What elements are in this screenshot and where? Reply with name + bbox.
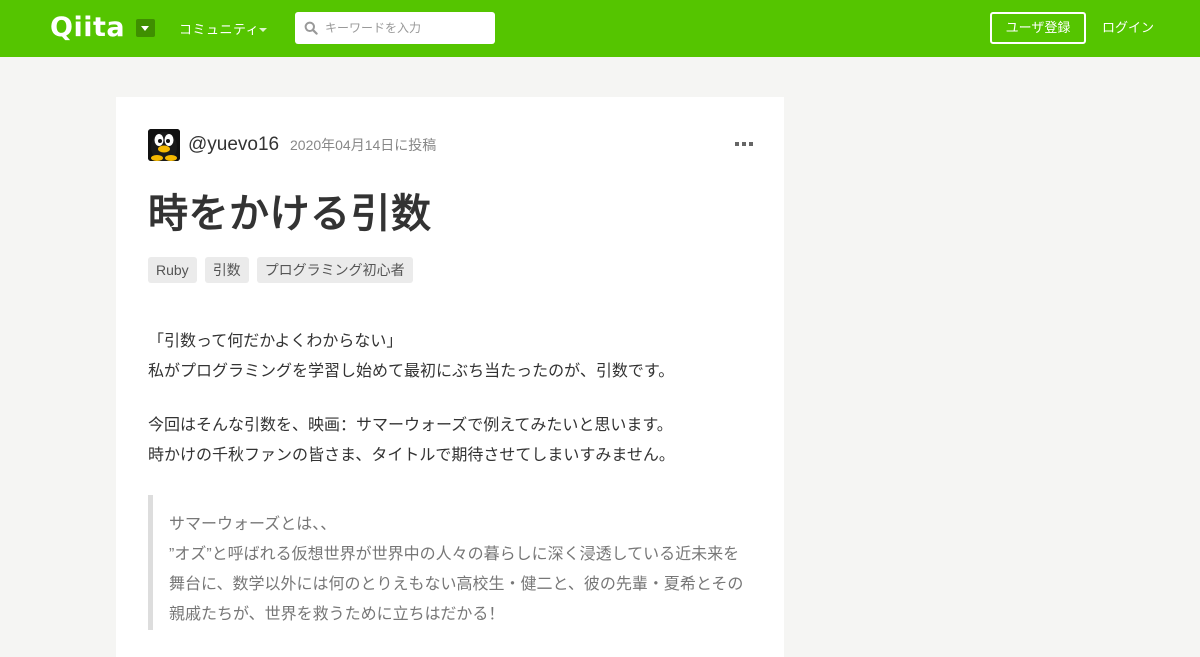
login-link[interactable]: ログイン (1102, 19, 1154, 37)
quote-line: ”オズ”と呼ばれる仮想世界が世界中の人々の暮らしに深く浸透している近未来を (169, 546, 740, 563)
search-input[interactable] (325, 12, 490, 44)
blockquote: サマーウォーズとは、、 ”オズ”と呼ばれる仮想世界が世界中の人々の暮らしに深く浸… (148, 495, 758, 630)
paragraph-line: 「引数って何だかよくわからない」 (148, 333, 403, 350)
paragraph: 今回はそんな引数を、映画：サマーウォーズで例えてみたいと思います。 時かけの千秋… (148, 411, 758, 471)
quote-line: サマーウォーズとは、、 (169, 516, 337, 533)
quote-line: 舞台に、数学以外には何のとりえもない高校生・健二と、彼の先輩・夏希とその (169, 576, 744, 593)
tag-ruby[interactable]: Ruby (148, 257, 197, 283)
article-title: 時をかける引数 (148, 192, 432, 236)
paragraph-line: 今回はそんな引数を、映画：サマーウォーズで例えてみたいと思います。 (148, 417, 673, 434)
more-icon[interactable] (735, 141, 753, 147)
posted-date: 2020年04月14日に投稿 (290, 137, 437, 153)
paragraph-line: 私がプログラミングを学習し始めて最初にぶち当たったのが、引数です。 (148, 363, 675, 380)
paragraph-line: 時かけの千秋ファンの皆さま、タイトルで期待させてしまいすみません。 (148, 447, 675, 464)
community-caret-icon[interactable] (259, 28, 267, 32)
paragraph: 「引数って何だかよくわからない」 私がプログラミングを学習し始めて最初にぶち当た… (148, 327, 758, 387)
author-username[interactable]: @yuevo16 (188, 133, 279, 157)
article-body: 「引数って何だかよくわからない」 私がプログラミングを学習し始めて最初にぶち当た… (148, 327, 758, 495)
tag-hikisu[interactable]: 引数 (204, 257, 249, 283)
chevron-down-icon[interactable] (136, 19, 155, 37)
tag-list: Ruby 引数 プログラミング初心者 (148, 257, 413, 283)
signup-button[interactable]: ユーザ登録 (990, 12, 1086, 44)
community-menu[interactable]: コミュニティ (179, 21, 259, 39)
quote-line: 親戚たちが、世界を救うために立ちはだかる！ (169, 606, 505, 623)
penguin-avatar-icon (148, 129, 180, 161)
avatar[interactable] (148, 129, 180, 161)
tag-programming-beginner[interactable]: プログラミング初心者 (256, 257, 413, 283)
top-navigation-bar: Qiita コミュニティ ユーザ登録 ログイン (0, 0, 1200, 57)
search-icon (304, 21, 318, 35)
qiita-logo[interactable]: Qiita (50, 13, 125, 43)
article-card: @yuevo16 2020年04月14日に投稿 時をかける引数 Ruby 引数 … (116, 97, 784, 657)
search-box[interactable] (295, 12, 495, 44)
